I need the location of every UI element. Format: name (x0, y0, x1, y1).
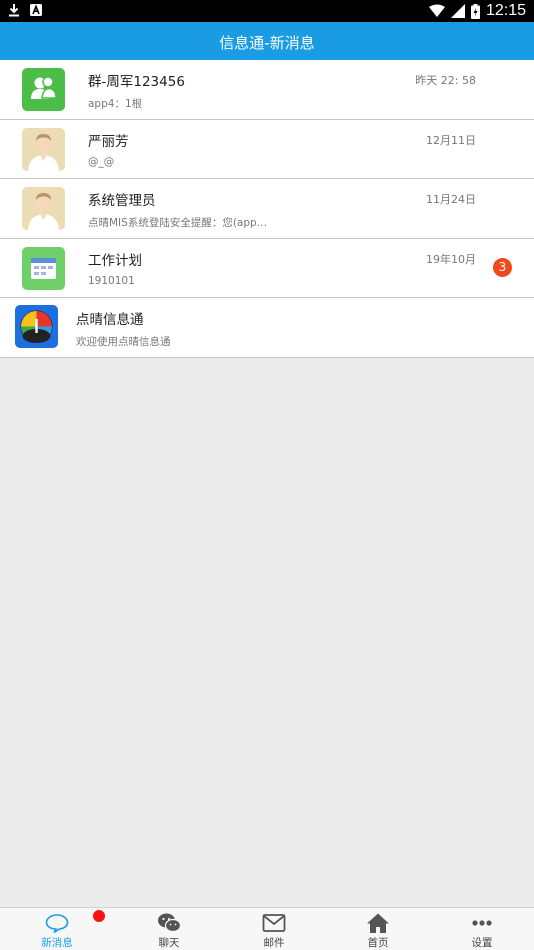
message-time: 昨天 22: 58 (415, 74, 476, 87)
wechat-icon (158, 913, 181, 933)
status-bar: 12:15 (0, 0, 534, 22)
page-title: 信息通-新消息 (219, 34, 315, 52)
tab-settings[interactable]: 设置 (442, 908, 522, 950)
wifi-icon (428, 4, 445, 17)
message-item-workplan[interactable]: 工作计划 19年10月 1910101 (0, 238, 534, 298)
app-logo (15, 305, 58, 348)
message-name: 群-周军123456 (88, 74, 185, 90)
tab-label: 首页 (367, 937, 389, 949)
message-name: 工作计划 (88, 252, 142, 269)
tab-new-messages[interactable]: 新消息 (17, 908, 97, 950)
unread-badge: 3 (493, 258, 512, 277)
message-preview: 点晴MIS系统登陆安全提醒：您(app… (88, 217, 268, 229)
calendar-icon (22, 246, 65, 290)
tab-label: 新消息 (41, 937, 73, 949)
chat-bubble-icon (45, 914, 69, 934)
message-item-system[interactable]: 点晴信息通 欢迎使用点晴信息通 (0, 298, 534, 358)
message-time: 11月24日 (426, 193, 476, 206)
status-time: 12:15 (485, 2, 526, 19)
download-icon (9, 4, 19, 17)
person-avatar (22, 127, 65, 171)
home-icon (367, 913, 389, 933)
message-preview: 欢迎使用点晴信息通 (76, 336, 171, 348)
battery-icon (470, 3, 480, 19)
mail-icon (262, 914, 286, 932)
signal-icon (450, 4, 465, 18)
message-name: 系统管理员 (88, 193, 156, 209)
message-name: 严丽芳 (88, 133, 129, 150)
message-list: 群-周军123456 昨天 22: 58 app4：1根 严丽芳 12月11日 … (0, 60, 534, 358)
message-preview: 1910101 (88, 274, 135, 287)
message-time: 12月11日 (426, 133, 476, 147)
message-preview: @_@ (88, 155, 115, 168)
message-item-admin[interactable]: 系统管理员 11月24日 点晴MIS系统登陆安全提醒：您(app… (0, 179, 534, 239)
message-time: 19年10月 (426, 252, 476, 266)
person-avatar (22, 187, 65, 230)
message-name: 点晴信息通 (76, 312, 144, 328)
message-item-group[interactable]: 群-周军123456 昨天 22: 58 app4：1根 (0, 60, 534, 120)
message-preview: app4：1根 (88, 98, 143, 110)
tab-home[interactable]: 首页 (338, 908, 418, 950)
group-icon (22, 68, 65, 111)
tab-label: 邮件 (263, 937, 285, 949)
notification-dot (93, 910, 105, 922)
tab-label: 设置 (471, 937, 493, 949)
message-item-yan[interactable]: 严丽芳 12月11日 @_@ (0, 119, 534, 179)
tab-chat[interactable]: 聊天 (129, 908, 209, 950)
tab-mail[interactable]: 邮件 (234, 908, 314, 950)
more-dots-icon (472, 920, 492, 926)
tab-label: 聊天 (158, 937, 180, 949)
title-bar: 信息通-新消息 (0, 22, 534, 60)
notification-a-icon (30, 4, 42, 16)
bottom-tab-bar: 新消息 聊天 邮件 首页 设置 (0, 907, 534, 950)
